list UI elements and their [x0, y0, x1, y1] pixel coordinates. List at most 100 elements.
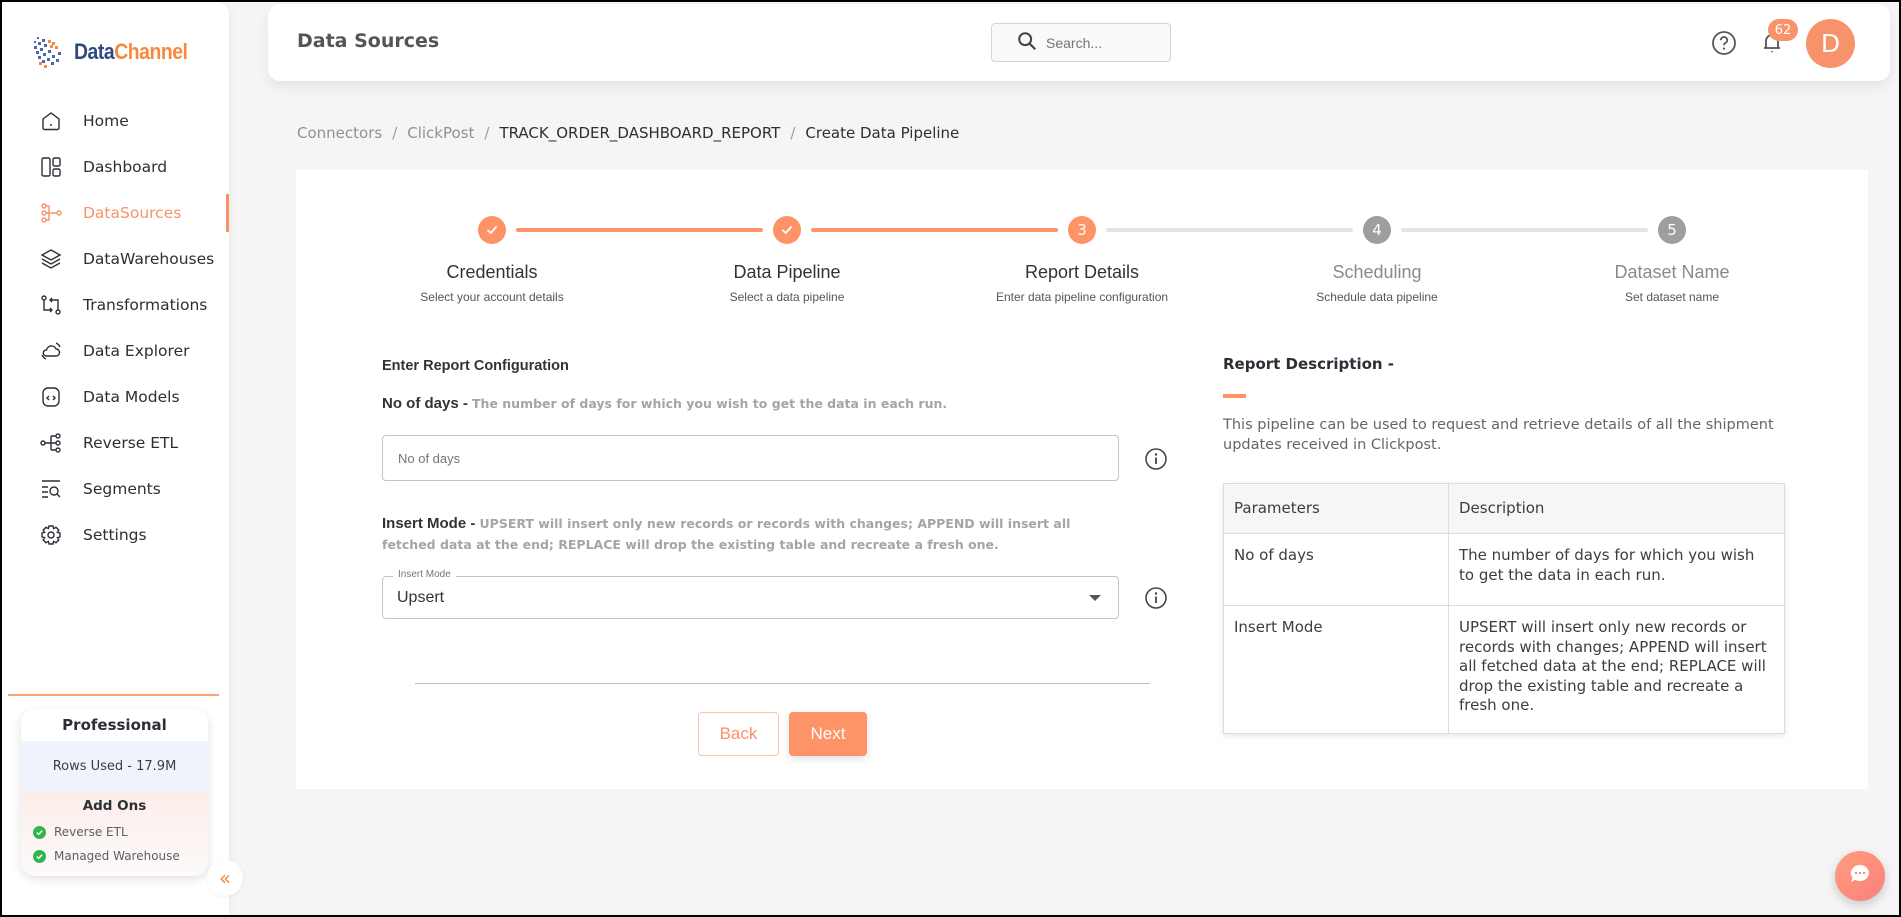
section-title: Enter Report Configuration: [382, 358, 569, 374]
form-divider: [415, 683, 1150, 684]
parameters-table: Parameters Description No of days The nu…: [1223, 483, 1785, 734]
breadcrumb: Connectors / ClickPost / TRACK_ORDER_DAS…: [297, 124, 959, 142]
addon-label: Managed Warehouse: [54, 849, 180, 863]
transform-icon: [38, 292, 64, 318]
step-connector: [1401, 228, 1648, 232]
table-cell: Insert Mode: [1223, 605, 1449, 734]
notification-badge: 62: [1768, 19, 1798, 41]
back-button[interactable]: Back: [698, 712, 779, 756]
double-chevron-left-icon: «: [218, 866, 232, 890]
layers-icon: [38, 246, 64, 272]
step-subtitle: Select your account details: [420, 290, 564, 304]
logo[interactable]: DataChannel: [28, 32, 203, 72]
sidebar-item-label: Settings: [83, 526, 147, 544]
step-5-circle: 5: [1658, 216, 1686, 244]
table-cell: The number of days for which you wish to…: [1448, 533, 1785, 606]
reverse-etl-icon: [38, 430, 64, 456]
sidebar-item-label: DataWarehouses: [83, 250, 215, 268]
search-input[interactable]: [1046, 34, 1156, 51]
breadcrumb-connectors[interactable]: Connectors: [297, 124, 382, 142]
plan-title: Professional: [62, 716, 167, 734]
no-of-days-input[interactable]: [398, 450, 1098, 466]
sidebar-item-dashboard[interactable]: Dashboard: [2, 144, 229, 190]
sidebar-item-label: Reverse ETL: [83, 434, 179, 452]
cloud-sync-icon: [38, 338, 64, 364]
check-circle-icon: [33, 825, 46, 839]
avatar[interactable]: D: [1806, 19, 1855, 68]
sidebar-item-transformations[interactable]: Transformations: [2, 282, 229, 328]
step-1-circle: [478, 216, 506, 244]
sidebar-item-label: Data Explorer: [83, 342, 190, 360]
sidebar-item-datawarehouses[interactable]: DataWarehouses: [2, 236, 229, 282]
sidebar-item-label: Transformations: [83, 296, 208, 314]
datasources-icon: [38, 200, 64, 226]
step-4-circle: 4: [1363, 216, 1391, 244]
info-icon[interactable]: [1144, 586, 1168, 610]
sidebar-item-segments[interactable]: Segments: [2, 466, 229, 512]
step-label: Dataset Name: [1614, 262, 1730, 282]
segments-icon: [38, 476, 64, 502]
step-3-circle: 3: [1068, 216, 1096, 244]
caret-down-icon: [1089, 595, 1101, 601]
table-cell: No of days: [1223, 533, 1449, 606]
plan-card: Professional Rows Used - 17.9M Add Ons R…: [21, 709, 208, 876]
sidebar-item-reverse-etl[interactable]: Reverse ETL: [2, 420, 229, 466]
help-icon[interactable]: [1711, 30, 1737, 56]
sidebar-nav: Home Dashboard DataSources DataWarehouse…: [2, 98, 229, 558]
description-text: This pipeline can be used to request and…: [1223, 417, 1774, 453]
sidebar-item-label: Dashboard: [83, 158, 168, 176]
description-title: Report Description -: [1223, 355, 1395, 373]
insert-mode-help: UPSERT will insert only new records or r…: [382, 516, 1071, 552]
table-row: No of days The number of days for which …: [1223, 533, 1785, 606]
sidebar-item-data-explorer[interactable]: Data Explorer: [2, 328, 229, 374]
step-2-circle: [773, 216, 801, 244]
check-icon: [781, 225, 793, 235]
sidebar-item-settings[interactable]: Settings: [2, 512, 229, 558]
table-row: Insert Mode UPSERT will insert only new …: [1223, 605, 1785, 734]
sidebar-item-label: DataSources: [83, 204, 182, 222]
no-of-days-field[interactable]: [382, 435, 1119, 481]
sidebar-item-label: Home: [83, 112, 129, 130]
next-button[interactable]: Next: [789, 712, 867, 756]
check-circle-icon: [33, 849, 46, 863]
step-label: Report Details: [1024, 262, 1140, 282]
rows-used: Rows Used - 17.9M: [21, 741, 208, 792]
top-header: Data Sources 62 D: [268, 4, 1890, 81]
dashboard-icon: [38, 154, 64, 180]
brand-name: DataChannel: [74, 39, 188, 64]
search-box[interactable]: [991, 23, 1171, 62]
step-connector: [1106, 228, 1353, 232]
sidebar-item-data-models[interactable]: Data Models: [2, 374, 229, 420]
code-file-icon: [38, 384, 64, 410]
sidebar-item-home[interactable]: Home: [2, 98, 229, 144]
breadcrumb-separator: /: [392, 124, 398, 142]
step-subtitle: Enter data pipeline configuration: [995, 290, 1169, 304]
report-description: Report Description - This pipeline can b…: [1223, 355, 1788, 734]
search-icon: [1016, 30, 1038, 56]
gear-icon: [38, 522, 64, 548]
home-icon: [38, 108, 64, 134]
insert-mode-label-row: Insert Mode - UPSERT will insert only ne…: [382, 513, 1122, 555]
breadcrumb-clickpost[interactable]: ClickPost: [407, 124, 474, 142]
step-connector: [516, 228, 763, 232]
insert-mode-select[interactable]: Insert Mode Upsert: [382, 569, 1119, 619]
check-icon: [486, 225, 498, 235]
table-cell: UPSERT will insert only new records or r…: [1448, 605, 1785, 734]
sidebar-item-datasources[interactable]: DataSources: [2, 190, 229, 236]
datachannel-logo-icon: [28, 32, 68, 72]
breadcrumb-report[interactable]: TRACK_ORDER_DASHBOARD_REPORT: [499, 124, 780, 142]
stepper: 3 4 5 Credentials Select your account de…: [296, 210, 1868, 310]
addon-label: Reverse ETL: [54, 825, 128, 839]
app-window: DataChannel Home Dashboard DataSources D…: [2, 2, 1899, 915]
step-label: Credentials: [446, 262, 538, 282]
column-header: Parameters: [1223, 483, 1449, 534]
sidebar-divider: [8, 694, 219, 696]
insert-mode-label: Insert Mode -: [382, 515, 480, 532]
info-icon[interactable]: [1144, 447, 1168, 471]
sidebar-item-label: Segments: [83, 480, 161, 498]
chat-bubble-icon: [1847, 861, 1873, 891]
chat-support-button[interactable]: [1835, 851, 1885, 901]
addons-section: Add Ons Reverse ETL Managed Warehouse: [21, 792, 208, 876]
collapse-sidebar-button[interactable]: «: [207, 860, 243, 896]
page-title: Data Sources: [297, 30, 440, 52]
